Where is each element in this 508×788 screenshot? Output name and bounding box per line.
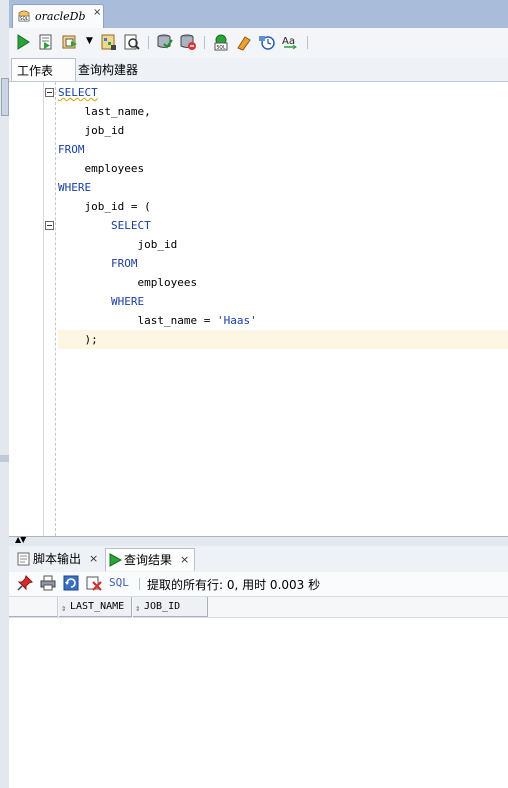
rollback-icon[interactable]	[179, 33, 197, 51]
tab-label: 查询结果	[124, 553, 173, 567]
query-result-icon	[109, 553, 122, 567]
editor-subtab-bar: 工作表 查询构建器	[9, 58, 508, 82]
collapse-icon[interactable]	[45, 88, 54, 97]
code-line: job_id	[58, 124, 125, 137]
sort-icon[interactable]: ⇕	[61, 599, 66, 619]
print-icon[interactable]	[40, 575, 56, 591]
run-script-icon[interactable]	[37, 33, 55, 51]
close-icon[interactable]: ×	[89, 548, 98, 570]
result-toolbar: SQL 提取的所有行: 0, 用时 0.003 秒	[9, 572, 508, 597]
tab-query-result[interactable]: 查询结果 ×	[105, 548, 195, 571]
code-line: employees	[58, 276, 198, 289]
sql-tuning-icon[interactable]	[123, 33, 141, 51]
row-number-header	[9, 597, 58, 617]
format-icon[interactable]: Aa	[281, 33, 299, 51]
splitter-arrows-icon[interactable]: ▲▼	[15, 535, 26, 544]
current-line-highlight	[58, 330, 508, 349]
history-icon[interactable]	[258, 33, 276, 51]
column-header-last-name[interactable]: ⇕ LAST_NAME	[59, 597, 132, 617]
toolbar-divider	[204, 36, 205, 49]
refresh-icon[interactable]	[63, 575, 79, 591]
left-scroll-thumb[interactable]	[1, 78, 9, 116]
svg-text:SQL: SQL	[217, 45, 226, 51]
column-label: JOB_ID	[144, 601, 181, 612]
code-line: WHERE	[58, 181, 92, 194]
explain-plan-icon[interactable]	[100, 33, 118, 51]
clear-icon[interactable]	[235, 33, 253, 51]
collapse-icon[interactable]	[45, 221, 54, 230]
left-collapse-marker[interactable]	[0, 455, 9, 462]
code-line: employees	[58, 162, 145, 175]
grid-header-row: ⇕ LAST_NAME ⇕ JOB_ID	[9, 597, 508, 618]
unshared-sql-icon[interactable]: SQL	[212, 33, 230, 51]
sort-icon[interactable]: ⇕	[135, 599, 140, 619]
sql-link[interactable]: SQL	[109, 576, 129, 589]
code-line: FROM	[58, 257, 138, 270]
code-line: last_name,	[58, 105, 151, 118]
close-icon[interactable]: ×	[93, 7, 101, 18]
line-gutter	[11, 82, 44, 536]
tab-label: 脚本输出	[33, 552, 82, 566]
pin-icon[interactable]	[17, 575, 33, 591]
code-line: FROM	[58, 143, 85, 156]
code-line: SELECT	[58, 86, 98, 99]
worksheet-toolbar: ▼ SQL Aa	[9, 28, 508, 59]
tab-query-builder[interactable]: 查询构建器	[73, 58, 138, 80]
column-label: LAST_NAME	[70, 601, 125, 612]
code-line: job_id = (	[58, 200, 151, 213]
column-header-job-id[interactable]: ⇕ JOB_ID	[133, 597, 208, 617]
autotrace-icon[interactable]	[61, 33, 79, 51]
svg-text:SQL: SQL	[20, 16, 29, 21]
sql-editor[interactable]: SELECT last_name, job_id FROM employees …	[9, 82, 508, 536]
result-grid[interactable]: ⇕ LAST_NAME ⇕ JOB_ID	[9, 597, 508, 788]
script-output-icon	[17, 552, 30, 566]
code-line: SELECT	[58, 219, 151, 232]
run-statement-icon[interactable]	[14, 33, 32, 51]
editor-tab-bar: SQL oracleDb ×	[9, 0, 508, 29]
editor-tab-oracledb[interactable]: SQL oracleDb ×	[12, 4, 104, 29]
toolbar-divider	[307, 36, 308, 49]
fetch-status-text: 提取的所有行: 0, 用时 0.003 秒	[147, 578, 321, 592]
tab-worksheet[interactable]: 工作表	[11, 58, 76, 81]
fold-guide	[55, 82, 56, 536]
cancel-query-icon[interactable]	[86, 575, 102, 591]
sql-worksheet-icon: SQL	[18, 10, 30, 22]
chevron-down-icon[interactable]: ▼	[86, 36, 93, 46]
toolbar-divider	[139, 578, 140, 590]
commit-icon[interactable]	[156, 33, 174, 51]
code-line: WHERE	[58, 295, 145, 308]
code-line: job_id	[58, 238, 178, 251]
tab-script-output[interactable]: 脚本输出 ×	[15, 548, 103, 570]
toolbar-divider	[148, 36, 149, 49]
code-line: last_name = 'Haas'	[58, 311, 257, 330]
code-line: );	[58, 333, 98, 346]
code-text: last_name =	[58, 314, 217, 327]
editor-tab-title: oracleDb	[35, 10, 86, 23]
close-icon[interactable]: ×	[180, 549, 189, 571]
string-literal: 'Haas'	[216, 314, 257, 327]
result-tab-bar: 脚本输出 × 查询结果 ×	[9, 546, 508, 572]
